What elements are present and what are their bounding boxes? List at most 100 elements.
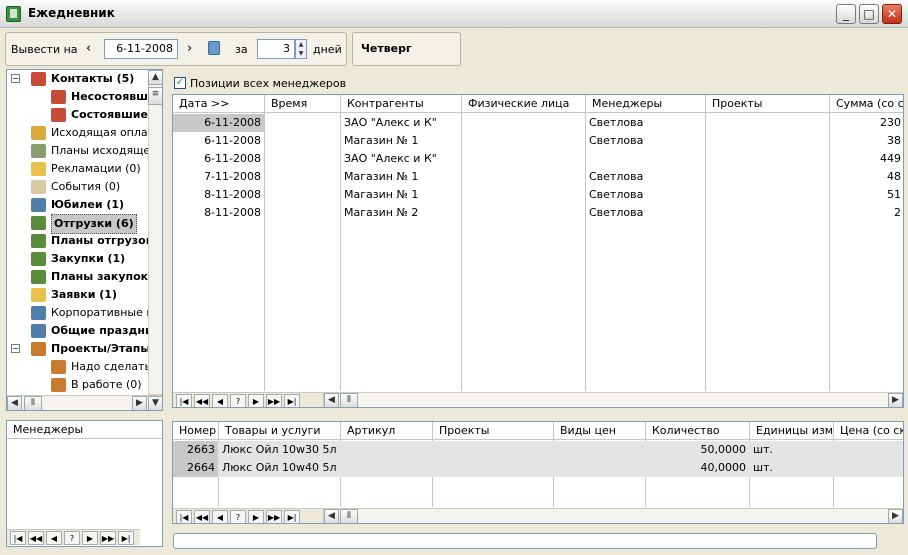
items-grid[interactable]: Номер Товары и услуги Артикул Проекты Виды ц…	[172, 421, 904, 524]
scroll-down-button[interactable]: ▼	[148, 396, 162, 410]
nav-button[interactable]: ▶▶	[100, 531, 116, 545]
nav-button[interactable]: ◀	[212, 394, 228, 407]
category-tree[interactable]: − Контакты (5) Несостоявш Состоявшие Исходящ…	[6, 69, 163, 411]
main-hscrollbar[interactable]: ◀ ⦀ ▶	[323, 392, 903, 407]
main-cell	[462, 186, 585, 204]
hscroll-thumb[interactable]: ⦀	[24, 396, 42, 410]
main-column-header[interactable]: Контрагенты	[341, 95, 462, 113]
tree-item[interactable]: Исходящая оплата	[7, 124, 161, 142]
nav-button[interactable]: ?	[230, 510, 246, 523]
shipments-grid[interactable]: Дата >> Время Контрагенты Физические лица Ме…	[172, 94, 904, 408]
tree-item[interactable]: Отгрузки (6)	[7, 214, 148, 234]
scroll-right-button[interactable]: ▶	[132, 396, 147, 410]
nav-button[interactable]: ◀◀	[194, 510, 210, 523]
managers-navigator[interactable]: |◀ ◀◀ ◀? ▶ ▶▶ ▶|	[7, 529, 140, 545]
scroll-thumb[interactable]: ≡	[148, 87, 162, 105]
nav-button[interactable]: ▶|	[284, 510, 300, 523]
date-input[interactable]: 6-11-2008	[104, 39, 178, 59]
tree-item[interactable]: Надо сделать	[7, 358, 151, 376]
main-table-row[interactable]: 6-11-2008 ЗАО "Алекс и К" 449	[173, 150, 903, 168]
nav-button[interactable]: ▶▶	[266, 394, 282, 407]
main-table-row[interactable]: 6-11-2008 Магазин № 1 Светлова 38	[173, 132, 903, 150]
tree-item[interactable]: В работе (0)	[7, 376, 148, 394]
detail-scroll-right[interactable]: ▶	[888, 509, 903, 523]
main-column-header[interactable]: Физические лица	[462, 95, 586, 113]
tree-vscrollbar[interactable]: ▲ ≡	[148, 70, 162, 395]
tree-item[interactable]: Закупки (1)	[7, 250, 148, 268]
days-input[interactable]: 3	[257, 39, 295, 59]
nav-button[interactable]: |◀	[10, 531, 26, 545]
nav-button[interactable]: ◀◀	[194, 394, 210, 407]
tree-item[interactable]: Несостоявш	[7, 88, 148, 106]
nav-button[interactable]: ◀	[212, 510, 228, 523]
detail-column-header[interactable]: Цена (со ски	[834, 422, 903, 440]
nav-button[interactable]: ▶▶	[266, 510, 282, 523]
main-hscroll-thumb[interactable]: ⦀	[340, 393, 358, 407]
tree-item[interactable]: − Проекты/Этапы	[7, 340, 150, 358]
main-table-row[interactable]: 6-11-2008 ЗАО "Алекс и К" Светлова 230	[173, 114, 903, 132]
tree-item[interactable]: Корпоративные пр	[7, 304, 161, 322]
detail-table-row[interactable]: 2663 Люкс Ойл 10w30 5л 50,0000 шт.	[173, 441, 903, 459]
main-scroll-right[interactable]: ▶	[888, 393, 903, 407]
detail-column-header[interactable]: Номер	[173, 422, 219, 440]
next-day-button[interactable]: ›	[187, 41, 192, 56]
detail-column-header[interactable]: Артикул	[341, 422, 433, 440]
main-navigator[interactable]: |◀ ◀◀ ◀? ▶ ▶▶ ▶|	[173, 392, 323, 407]
tree-item[interactable]: Общие праздни	[7, 322, 153, 340]
tree-item[interactable]: Состоявшие	[7, 106, 148, 124]
detail-column-header[interactable]: Проекты	[433, 422, 554, 440]
tree-item[interactable]: Планы отгрузок	[7, 232, 153, 250]
detail-column-header[interactable]: Единицы измере	[750, 422, 834, 440]
main-column-header[interactable]: Время	[265, 95, 341, 113]
prev-day-button[interactable]: ‹	[86, 41, 91, 56]
tree-expander-icon[interactable]: −	[11, 344, 20, 353]
title-bar[interactable]: Ежедневник _ □ ✕	[0, 0, 908, 28]
nav-button[interactable]: ▶	[82, 531, 98, 545]
tree-item-label: Корпоративные пр	[51, 306, 161, 319]
main-column-header[interactable]: Проекты	[706, 95, 830, 113]
nav-button[interactable]: ◀◀	[28, 531, 44, 545]
tree-expander-icon[interactable]: −	[11, 74, 20, 83]
calendar-icon[interactable]	[208, 41, 220, 55]
main-column-header[interactable]: Дата >>	[173, 95, 265, 113]
minimize-button[interactable]: _	[836, 4, 856, 24]
main-column-header[interactable]: Сумма (со ски	[830, 95, 903, 113]
maximize-button[interactable]: □	[859, 4, 879, 24]
main-table-row[interactable]: 8-11-2008 Магазин № 1 Светлова 51	[173, 186, 903, 204]
nav-button[interactable]: ▶|	[118, 531, 134, 545]
detail-hscroll-thumb[interactable]: ⦀	[340, 509, 358, 523]
tree-item[interactable]: Юбилеи (1)	[7, 196, 148, 214]
nav-button[interactable]: ▶|	[284, 394, 300, 407]
scroll-left-button[interactable]: ◀	[7, 396, 22, 410]
detail-column-header[interactable]: Товары и услуги	[219, 422, 341, 440]
scroll-up-button[interactable]: ▲	[148, 70, 162, 85]
detail-scroll-left[interactable]: ◀	[324, 509, 339, 523]
detail-navigator[interactable]: |◀ ◀◀ ◀? ▶ ▶▶ ▶|	[173, 508, 323, 523]
main-column-header[interactable]: Менеджеры	[586, 95, 706, 113]
nav-button[interactable]: |◀	[176, 510, 192, 523]
all-managers-checkbox[interactable]: ✓	[174, 77, 186, 89]
nav-button[interactable]: ▶	[248, 394, 264, 407]
detail-table-row[interactable]: 2664 Люкс Ойл 10w40 5л 40,0000 шт.	[173, 459, 903, 477]
tree-hscrollbar[interactable]: ◀ ⦀ ▶ ▼	[7, 395, 162, 410]
detail-column-header[interactable]: Количество	[646, 422, 750, 440]
detail-column-header[interactable]: Виды цен	[554, 422, 646, 440]
nav-button[interactable]: ?	[64, 531, 80, 545]
tree-item[interactable]: События (0)	[7, 178, 148, 196]
main-scroll-left[interactable]: ◀	[324, 393, 339, 407]
nav-button[interactable]: ?	[230, 394, 246, 407]
close-button[interactable]: ✕	[882, 4, 902, 24]
tree-item[interactable]: − Контакты (5)	[7, 70, 148, 88]
nav-button[interactable]: ◀	[46, 531, 62, 545]
tree-item[interactable]: Планы закупок	[7, 268, 148, 286]
days-spinner[interactable]: ▲ ▼	[295, 39, 307, 59]
managers-grid[interactable]: Менеджеры |◀ ◀◀ ◀? ▶ ▶▶ ▶|	[6, 420, 163, 547]
tree-item[interactable]: Планы исходящей	[7, 142, 157, 160]
main-table-row[interactable]: 7-11-2008 Магазин № 1 Светлова 48	[173, 168, 903, 186]
nav-button[interactable]: ▶	[248, 510, 264, 523]
nav-button[interactable]: |◀	[176, 394, 192, 407]
main-table-row[interactable]: 8-11-2008 Магазин № 2 Светлова 2	[173, 204, 903, 222]
detail-hscrollbar[interactable]: ◀ ⦀ ▶	[323, 508, 903, 523]
tree-item[interactable]: Заявки (1)	[7, 286, 148, 304]
tree-item[interactable]: Рекламации (0)	[7, 160, 148, 178]
